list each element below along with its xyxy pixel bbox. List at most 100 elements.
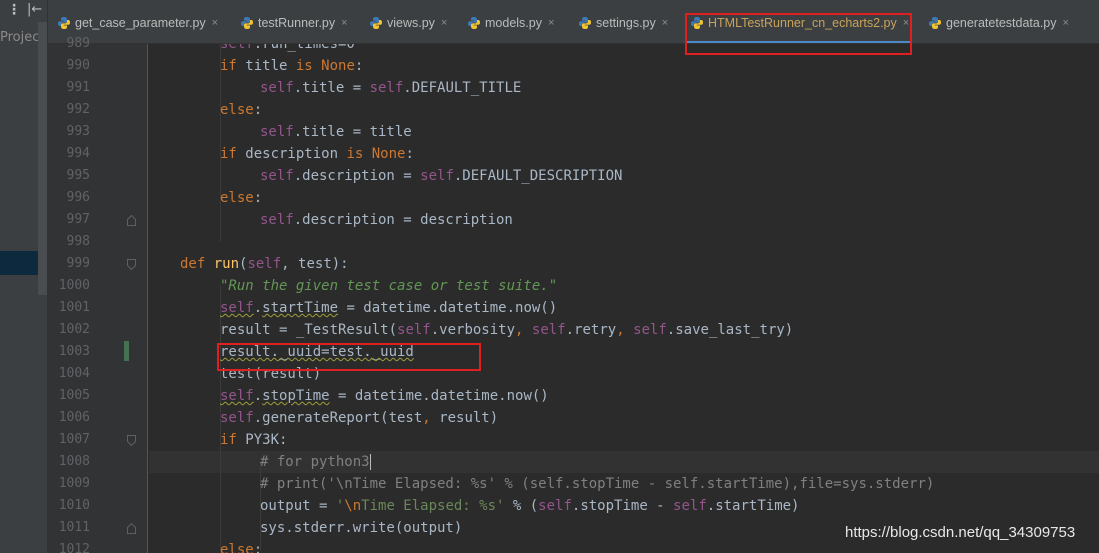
line-number: 1006 xyxy=(58,410,90,425)
code-line: else: xyxy=(220,187,262,209)
tab-label: settings.py xyxy=(596,16,656,30)
tab-testrunner[interactable]: testRunner.py × xyxy=(240,11,348,35)
code-token: .run_times=0 xyxy=(253,44,355,52)
code-token: Time Elapsed: %s' xyxy=(361,498,505,514)
close-icon[interactable]: × xyxy=(548,17,554,29)
code-line: self.title = self.DEFAULT_TITLE xyxy=(260,77,521,99)
fold-start-icon[interactable] xyxy=(127,259,136,270)
python-file-icon xyxy=(57,16,71,30)
fold-start-icon[interactable] xyxy=(127,435,136,446)
project-panel: ⋮ |← Project\ xyxy=(0,0,48,553)
code-token: , test): xyxy=(281,256,349,272)
tab-generatetestdata[interactable]: generatetestdata.py × xyxy=(928,11,1069,35)
code-line: result = _TestResult(self.verbosity, sel… xyxy=(220,319,793,341)
editor-tab-bar: get_case_parameter.py × testRunner.py × … xyxy=(48,0,1099,44)
code-token: if xyxy=(220,432,237,448)
project-panel-scrollbar[interactable] xyxy=(38,22,47,295)
collapse-left-icon[interactable]: |← xyxy=(27,2,42,17)
fold-end-icon[interactable] xyxy=(127,523,136,534)
code-token: % ( xyxy=(504,498,539,514)
comment: # print('\nTime Elapsed: %s' % (self.sto… xyxy=(260,476,935,492)
line-number: 1002 xyxy=(58,322,90,337)
code-token: : xyxy=(405,146,414,162)
line-number: 1007 xyxy=(58,432,90,447)
code-line: # for python3 xyxy=(260,451,371,473)
fold-end-icon[interactable] xyxy=(127,215,136,226)
code-line: if description is None: xyxy=(220,143,414,165)
code-token: .title = title xyxy=(293,124,412,140)
code-token: self xyxy=(220,410,254,426)
code-line: self.description = self.DEFAULT_DESCRIPT… xyxy=(260,165,622,187)
code-token: is xyxy=(346,146,364,162)
line-number-gutter[interactable]: 989 990 991 992 993 994 995 996 997 998 999 1000 100… xyxy=(48,36,148,553)
project-toolbar: ⋮ |← xyxy=(0,0,47,22)
vertical-dots-icon[interactable]: ⋮ xyxy=(7,2,21,18)
code-token: title xyxy=(236,58,296,74)
line-number: 1008 xyxy=(58,454,90,469)
code-token: self xyxy=(673,498,707,514)
line-number: 999 xyxy=(66,256,90,271)
tab-models[interactable]: models.py × xyxy=(467,11,554,35)
code-line: sys.stderr.write(output) xyxy=(260,517,462,539)
line-number: 1012 xyxy=(58,542,90,553)
close-icon[interactable]: × xyxy=(1063,17,1069,29)
code-token: stopTime xyxy=(262,388,330,404)
code-token: : xyxy=(253,102,263,118)
code-line: self.title = title xyxy=(260,121,412,143)
code-token: : xyxy=(354,58,364,74)
tab-views[interactable]: views.py × xyxy=(369,11,447,35)
code-token: self xyxy=(220,300,254,316)
close-icon[interactable]: × xyxy=(212,17,218,29)
line-number: 1004 xyxy=(58,366,90,381)
code-token: . xyxy=(253,300,263,316)
line-number: 1010 xyxy=(58,498,90,513)
project-tree-selected-row[interactable] xyxy=(0,251,38,275)
code-token: output = xyxy=(260,498,336,514)
code-token: if xyxy=(220,146,237,162)
line-number: 998 xyxy=(66,234,90,249)
tab-get-case-parameter[interactable]: get_case_parameter.py × xyxy=(57,11,218,35)
text-caret xyxy=(369,454,371,470)
tab-label: views.py xyxy=(387,16,435,30)
code-token: : xyxy=(253,190,263,206)
line-number: 997 xyxy=(66,212,90,227)
code-token: run xyxy=(205,256,240,272)
code-token: .retry xyxy=(565,322,617,338)
code-line: if title is None: xyxy=(220,55,363,77)
line-number: 1009 xyxy=(58,476,90,491)
line-number: 996 xyxy=(66,190,90,205)
line-number: 990 xyxy=(66,58,90,73)
code-token: else xyxy=(220,102,254,118)
code-token: .title = xyxy=(293,80,370,96)
line-number: 994 xyxy=(66,146,90,161)
vcs-change-marker[interactable] xyxy=(124,341,129,361)
code-token: else xyxy=(220,190,254,206)
code-token: is xyxy=(295,58,313,74)
code-line: else: xyxy=(220,99,262,121)
code-line: self.stopTime = datetime.datetime.now() xyxy=(220,385,549,407)
code-token: def xyxy=(180,256,206,272)
code-token: if xyxy=(220,58,237,74)
code-token: .description = xyxy=(293,168,421,184)
python-file-icon xyxy=(369,16,383,30)
code-editor[interactable]: self.run_times=0 if title is None: self.… xyxy=(149,44,1099,553)
code-token: startTime xyxy=(262,300,339,316)
code-line: if PY3K: xyxy=(220,429,287,451)
close-icon[interactable]: × xyxy=(441,17,447,29)
line-number: 1003 xyxy=(58,344,90,359)
docstring: "Run the given test case or test suite." xyxy=(220,278,558,294)
code-token: self xyxy=(220,44,254,52)
code-line: output = '\nTime Elapsed: %s' % (self.st… xyxy=(260,495,799,517)
code-token: self xyxy=(260,124,294,140)
code-token: self xyxy=(260,80,294,96)
code-token: None xyxy=(363,146,406,162)
code-token: , xyxy=(422,410,431,426)
code-token: : xyxy=(253,542,263,553)
tab-settings[interactable]: settings.py × xyxy=(578,11,668,35)
code-token: .DEFAULT_TITLE xyxy=(403,80,522,96)
annotation-box-code xyxy=(217,343,481,371)
close-icon[interactable]: × xyxy=(341,17,347,29)
close-icon[interactable]: × xyxy=(662,17,668,29)
code-token: .description = description xyxy=(293,212,513,228)
code-token: .verbosity xyxy=(430,322,516,338)
